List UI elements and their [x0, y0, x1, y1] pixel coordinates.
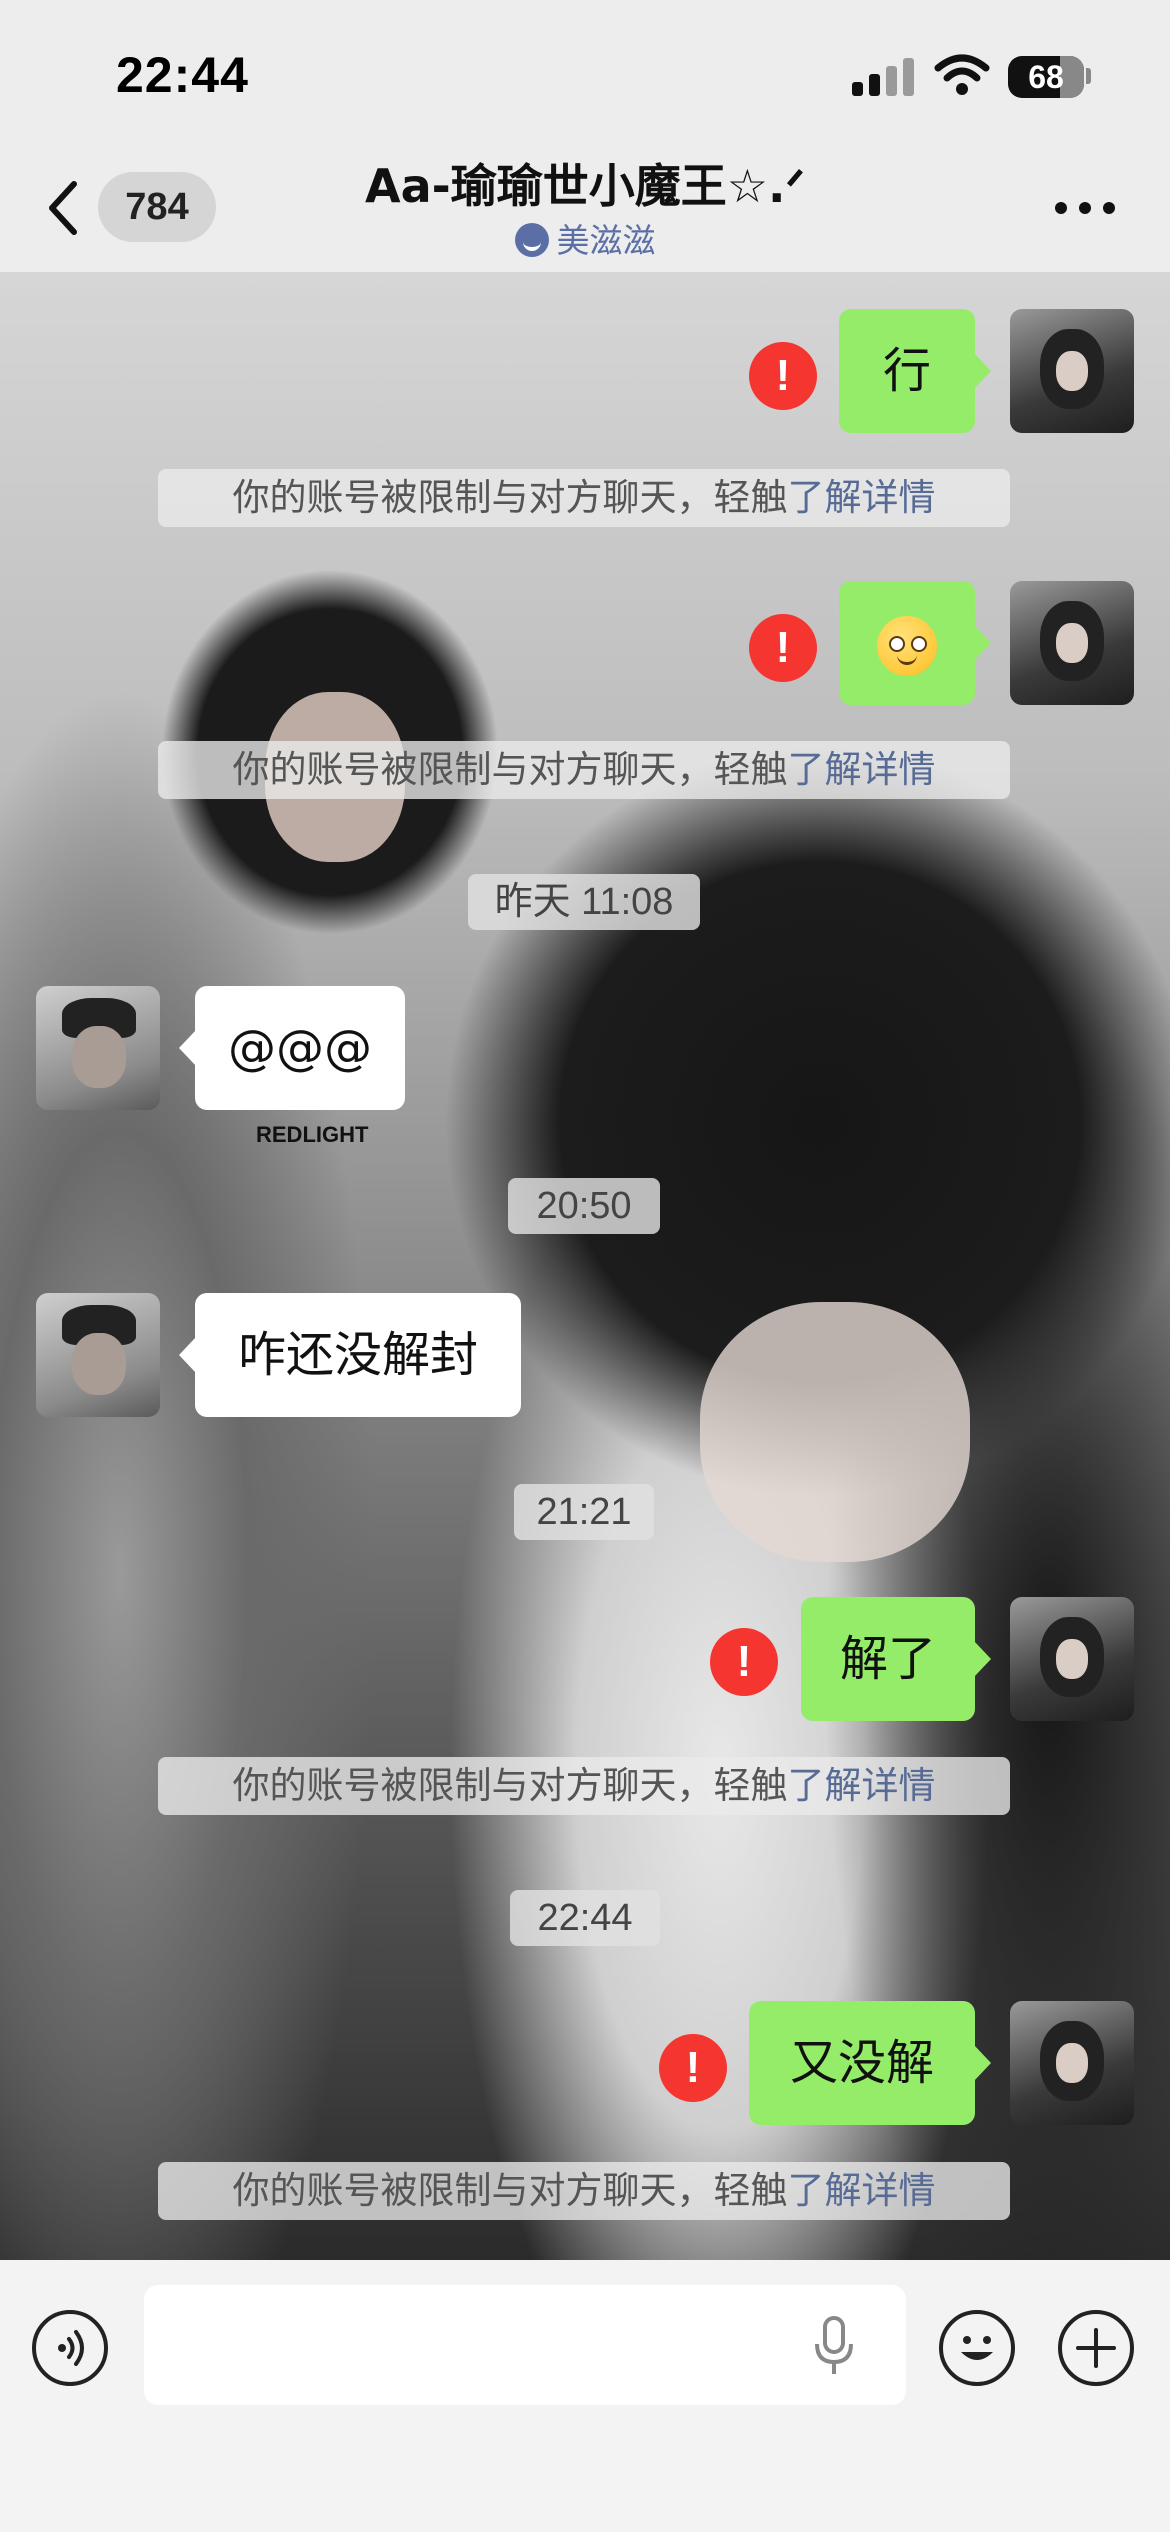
emoji-icon[interactable] [939, 2310, 1015, 2386]
notice-text: 你的账号被限制与对方聊天，轻触 [232, 1764, 788, 1807]
notice-details-link[interactable]: 了解详情 [788, 748, 936, 791]
smile-emoji-icon [877, 616, 937, 676]
message-bubble-self[interactable]: 又没解 [749, 2001, 991, 2125]
chat-area[interactable]: REDLIGHT ! 行 你的账号被限制与对方聊天，轻触了解详情 ! 你的账号被… [0, 272, 1170, 2260]
status-smile-icon [514, 223, 549, 257]
battery-icon: 68 [1008, 56, 1084, 98]
avatar-self[interactable] [1010, 1597, 1134, 1721]
message-bubble-self[interactable]: 解了 [801, 1597, 991, 1721]
wifi-icon [934, 54, 990, 95]
avatar-self[interactable] [1010, 2001, 1134, 2125]
notice-details-link[interactable]: 了解详情 [788, 2169, 936, 2212]
system-notice: 你的账号被限制与对方聊天，轻触了解详情 [158, 741, 1010, 799]
message-bubble-self[interactable] [839, 581, 991, 705]
notice-text: 你的账号被限制与对方聊天，轻触 [232, 748, 788, 791]
avatar-other[interactable] [36, 986, 160, 1110]
send-failed-icon[interactable]: ! [749, 342, 817, 410]
message-bubble-other[interactable]: 咋还没解封 [179, 1293, 521, 1417]
notice-details-link[interactable]: 了解详情 [788, 476, 936, 519]
notice-details-link[interactable]: 了解详情 [788, 1764, 936, 1807]
chat-status-text: 美滋滋 [556, 221, 656, 260]
unread-count-badge[interactable]: 784 [98, 172, 216, 242]
timestamp: 21:21 [514, 1484, 654, 1540]
battery-cap [1086, 68, 1091, 84]
system-notice: 你的账号被限制与对方聊天，轻触了解详情 [158, 469, 1010, 527]
battery-level: 68 [1028, 59, 1064, 95]
chat-title[interactable]: Aa-瑜瑜世小魔王☆.ᐟ [260, 150, 910, 216]
message-bubble-other[interactable]: @@@ [179, 986, 405, 1110]
notice-text: 你的账号被限制与对方聊天，轻触 [232, 2169, 788, 2212]
avatar-other[interactable] [36, 1293, 160, 1417]
more-dots-icon[interactable] [1055, 202, 1115, 216]
chevron-left-icon[interactable] [44, 178, 80, 238]
timestamp: 20:50 [508, 1178, 660, 1234]
cellular-signal-icon [852, 58, 916, 96]
send-failed-icon[interactable]: ! [749, 614, 817, 682]
status-time: 22:44 [116, 47, 249, 103]
system-notice: 你的账号被限制与对方聊天，轻触了解详情 [158, 1757, 1010, 1815]
top-bar: 22:44 68 784 Aa-瑜瑜世小魔王☆.ᐟ 美滋滋 [0, 0, 1170, 272]
voice-toggle-icon[interactable] [32, 2310, 108, 2386]
wallpaper-text: REDLIGHT [256, 1122, 369, 1147]
input-bar [0, 2260, 1170, 2532]
avatar-self[interactable] [1010, 581, 1134, 705]
timestamp: 22:44 [510, 1890, 660, 1946]
message-bubble-self[interactable]: 行 [839, 309, 991, 433]
plus-icon[interactable] [1058, 2310, 1134, 2386]
avatar-self[interactable] [1010, 309, 1134, 433]
system-notice: 你的账号被限制与对方聊天，轻触了解详情 [158, 2162, 1010, 2220]
wallpaper-figure [700, 1302, 970, 1562]
send-failed-icon[interactable]: ! [659, 2034, 727, 2102]
send-failed-icon[interactable]: ! [710, 1628, 778, 1696]
notice-text: 你的账号被限制与对方聊天，轻触 [232, 476, 788, 519]
chat-subtitle[interactable]: 美滋滋 [260, 214, 910, 262]
message-input[interactable] [144, 2285, 906, 2405]
timestamp: 昨天 11:08 [468, 874, 700, 930]
microphone-icon[interactable] [812, 2316, 856, 2378]
